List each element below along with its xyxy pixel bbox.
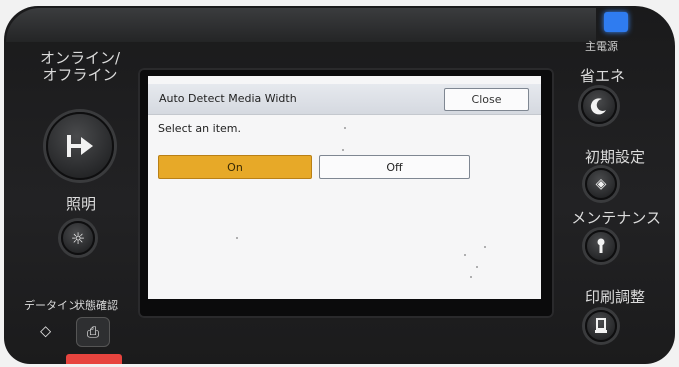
main-power-label: 主電源 [585,40,618,53]
maintenance-label: メンテナンス [571,209,661,227]
status-check-button[interactable]: ⎙ [76,317,110,347]
online-offline-label: オンライン/ オフライン [39,49,121,84]
wrench-icon [597,238,605,253]
select-prompt: Select an item. [158,122,241,135]
initial-settings-label: 初期設定 [584,148,645,166]
initial-settings-button[interactable]: ◈ [585,168,617,200]
screen-dust [464,254,466,256]
on-option-button[interactable]: On [158,155,312,179]
off-option-button[interactable]: Off [319,155,470,179]
status-indicator-led [66,354,122,364]
online-offline-button[interactable] [46,112,114,180]
screen-dust [342,149,344,151]
print-adjust-icon [595,318,607,333]
panel-top-edge [6,8,596,42]
light-button[interactable]: ☼ [61,221,95,255]
crescent-moon-icon [590,98,606,115]
screen-dust [344,127,346,129]
data-in-label: データイン [24,299,79,312]
print-adjust-label: 印刷調整 [584,288,645,306]
dialog-title: Auto Detect Media Width [159,92,297,105]
close-button[interactable]: Close [444,88,529,111]
diamond-gear-icon: ◈ [595,176,607,192]
arrow-right-to-bar-icon [67,135,93,157]
sun-icon: ☼ [70,228,86,248]
status-check-label: 状態確認 [74,299,118,312]
document-check-icon: ⎙ [86,323,99,341]
diamond-arrow-icon: ⬦ [40,321,52,340]
energy-saver-label: 省エネ [579,67,625,85]
dialog-titlebar: Auto Detect Media Width Close [148,84,541,115]
print-adjust-button[interactable] [585,310,617,342]
screen-dust [476,266,478,268]
screen-dust [236,237,238,239]
maintenance-button[interactable] [585,230,617,262]
screen-dust [484,246,486,248]
power-indicator-led [604,12,628,32]
screen-dust [470,276,472,278]
lcd-screen: Auto Detect Media Width Close Select an … [148,76,541,299]
light-label: 照明 [66,195,97,213]
energy-saver-button[interactable] [581,88,617,124]
